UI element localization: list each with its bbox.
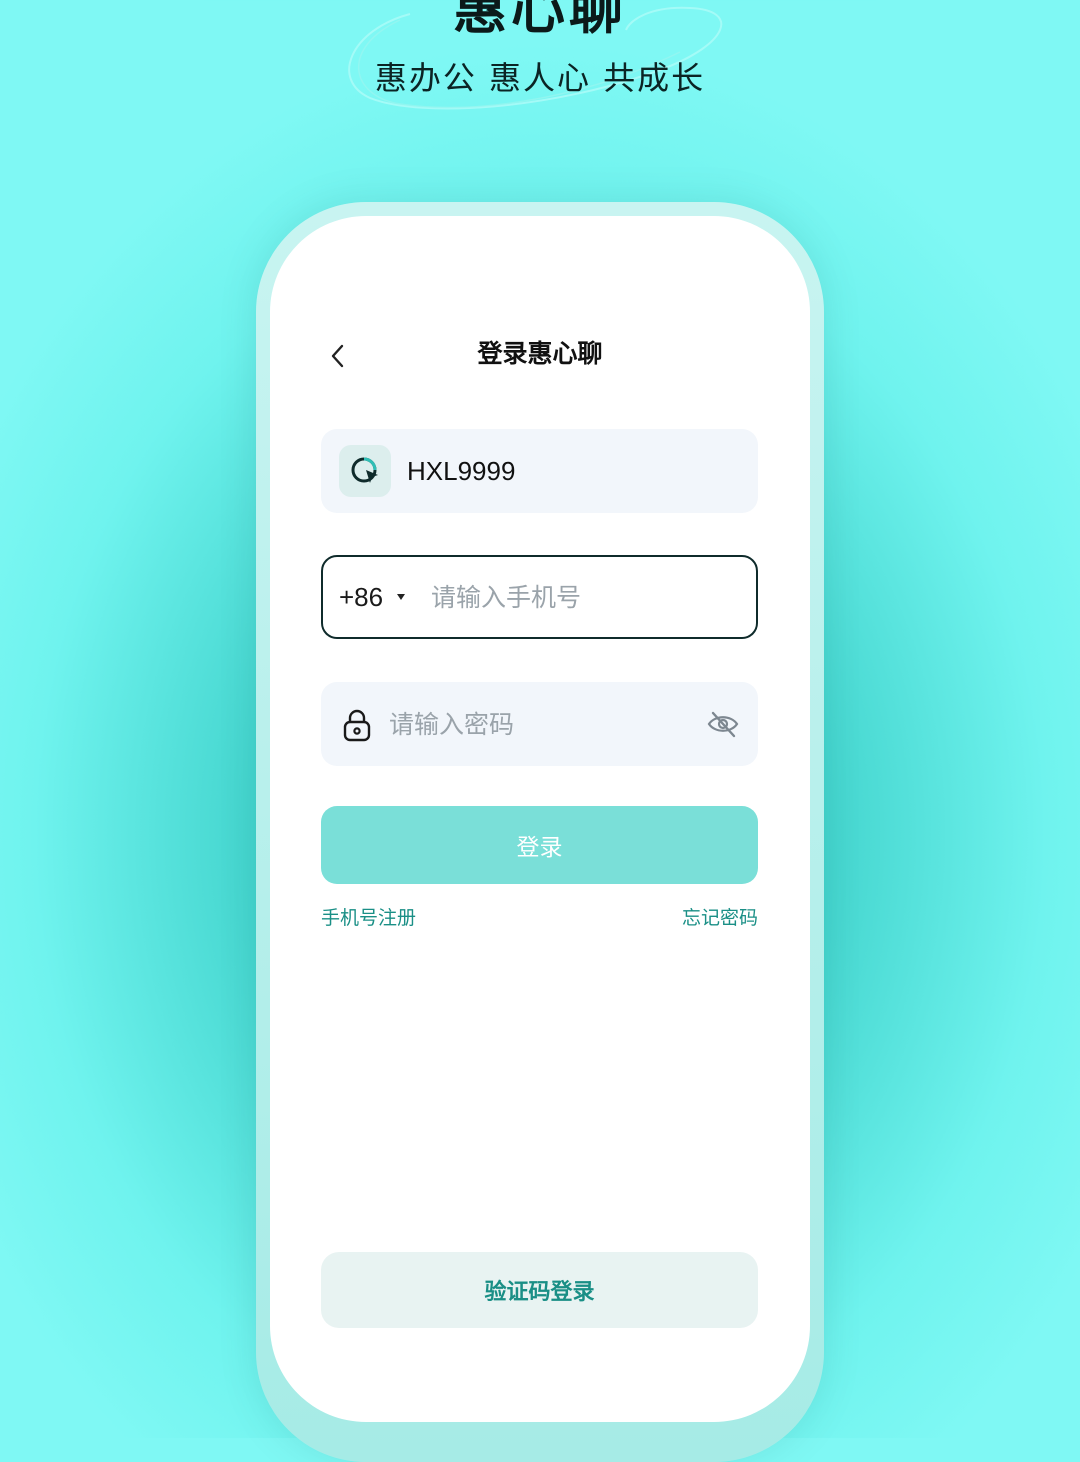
hero-banner: 惠心聊 惠办公 惠人心 共成长 <box>0 0 1080 150</box>
page-title: 登录惠心聊 <box>477 339 603 368</box>
app-logo-icon <box>351 457 378 483</box>
password-input[interactable] <box>389 702 689 746</box>
phone-input[interactable] <box>431 575 731 619</box>
verification-code-login-button[interactable]: 验证码登录 <box>321 1252 758 1328</box>
country-code-label: +86 <box>339 582 384 612</box>
eye-off-icon[interactable] <box>706 709 740 739</box>
phone-screen: 登录惠心聊 HXL9999 +86 请输入手机号 登录 手机号注册 忘记密码 验… <box>270 216 810 1422</box>
phone-register-link[interactable]: 手机号注册 <box>321 904 416 932</box>
account-id: HXL9999 <box>407 456 516 486</box>
login-button[interactable]: 登录 <box>321 806 758 884</box>
password-field <box>321 682 758 766</box>
lock-icon <box>343 709 371 742</box>
app-name-title: 惠心聊 <box>453 0 627 41</box>
caret-down-icon <box>397 594 406 600</box>
account-avatar <box>339 445 391 497</box>
account-selector[interactable]: HXL9999 <box>321 429 758 513</box>
country-code-selector[interactable]: +86 <box>339 557 406 637</box>
forgot-password-link[interactable]: 忘记密码 <box>682 904 758 932</box>
phone-field: +86 <box>321 555 758 639</box>
app-slogan: 惠办公 惠人心 共成长 <box>374 59 706 97</box>
